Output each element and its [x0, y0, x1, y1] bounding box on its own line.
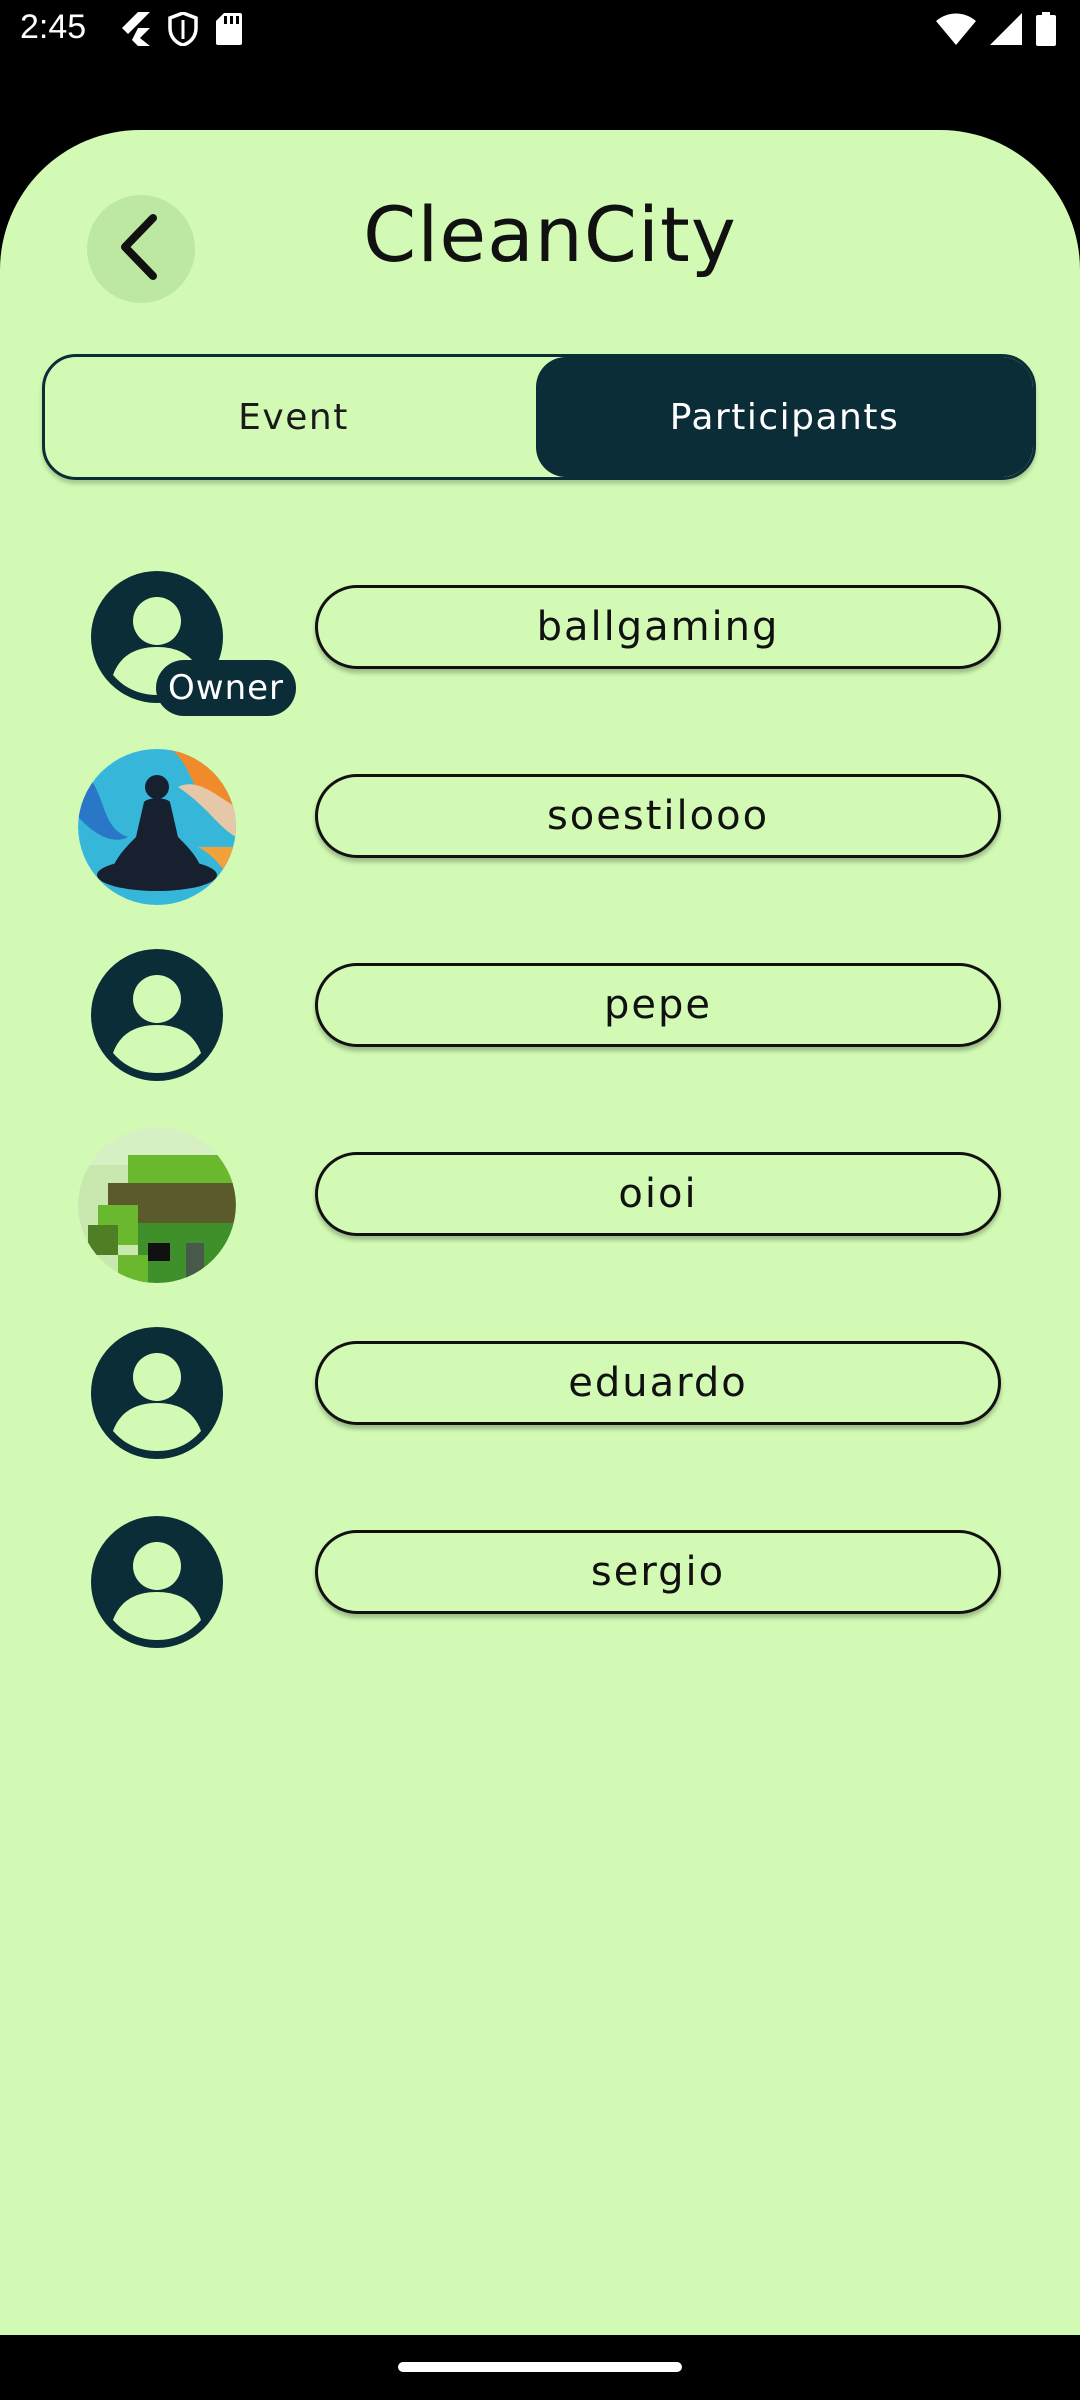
tab-event[interactable]: Event	[45, 357, 542, 477]
avatar	[78, 1127, 236, 1285]
participant-row: oioi	[0, 1127, 1080, 1297]
owner-badge: Owner	[156, 660, 297, 716]
meditation-photo	[78, 749, 236, 907]
default-person-icon	[91, 1516, 223, 1652]
battery-icon	[1036, 12, 1056, 46]
status-icons-right	[936, 12, 1056, 46]
participant-name[interactable]: eduardo	[315, 1341, 1001, 1425]
shield-icon	[168, 12, 198, 46]
app-title: CleanCity	[363, 190, 737, 279]
participant-name[interactable]: oioi	[315, 1152, 1001, 1236]
home-indicator[interactable]	[398, 2362, 682, 2372]
default-person-icon	[91, 1327, 223, 1463]
signal-icon	[990, 13, 1022, 45]
tab-switcher: Event Participants	[42, 354, 1036, 480]
tab-participants[interactable]: Participants	[536, 357, 1033, 477]
sd-card-icon	[216, 13, 242, 45]
participant-name[interactable]: sergio	[315, 1530, 1001, 1614]
participant-row: Owner ballgaming	[0, 560, 1080, 730]
participant-name[interactable]: ballgaming	[315, 585, 1001, 669]
status-bar: 2:45	[0, 0, 1080, 64]
participant-name[interactable]: pepe	[315, 963, 1001, 1047]
participant-row: soestilooo	[0, 749, 1080, 919]
wifi-icon	[936, 13, 976, 45]
flutter-icon	[118, 12, 150, 46]
avatar	[78, 1505, 236, 1663]
status-time: 2:45	[20, 8, 87, 46]
chevron-left-icon	[111, 212, 171, 286]
avatar	[78, 938, 236, 1096]
participant-row: sergio	[0, 1505, 1080, 1675]
pixel-art-photo	[78, 1127, 236, 1285]
avatar	[78, 1316, 236, 1474]
default-person-icon	[91, 949, 223, 1085]
participant-name[interactable]: soestilooo	[315, 774, 1001, 858]
back-button[interactable]	[87, 195, 195, 303]
avatar	[78, 749, 236, 907]
status-icons-left	[118, 12, 242, 46]
screen-card: CleanCity Event Participants Owner ballg…	[0, 130, 1080, 2335]
participant-row: eduardo	[0, 1316, 1080, 1486]
participant-row: pepe	[0, 938, 1080, 1108]
